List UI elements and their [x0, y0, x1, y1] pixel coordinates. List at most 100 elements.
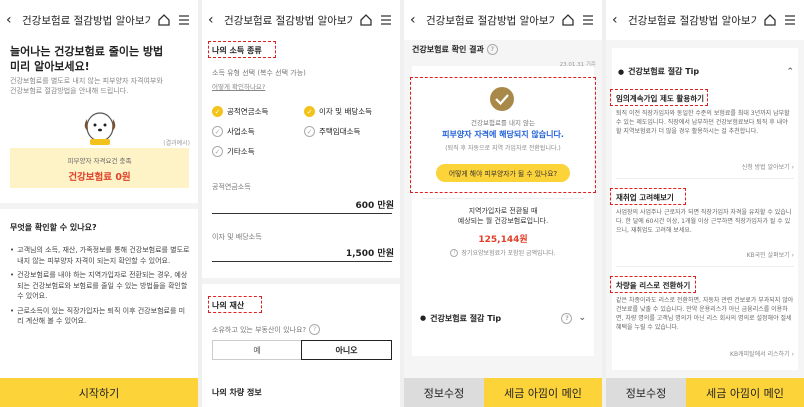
home-icon[interactable] [762, 12, 778, 28]
tip-accordion-expanded[interactable]: ● 건강보험료 절감 Tip ⌃ [618, 66, 794, 77]
tips-screen: ‹ 건강보험료 절감방법 알아보기 ● 건강보험료 절감 Tip ⌃ 임의계속가… [606, 0, 804, 407]
tip-2-link[interactable]: KB국민 살펴보기 › [747, 250, 794, 259]
chevron-up-icon: ⌃ [786, 66, 794, 77]
regional-line2: 예상되는 월 건강보험료입니다. [457, 217, 549, 226]
tip-title: 건강보험료 절감 Tip [628, 67, 700, 76]
bullet-icon: ● [420, 314, 427, 322]
app-header: ‹ 건강보험료 절감방법 알아보기 [404, 0, 602, 40]
realestate-no-button[interactable]: 아니오 [301, 340, 392, 360]
option-rental[interactable]: ✓ 주택임대소득 [304, 126, 360, 137]
checkbox-unchecked-icon[interactable]: ✓ [304, 126, 315, 137]
feature-list: • 고객님의 소득, 재산, 가족정보를 통해 건강보험료를 별도로 내지 않는 … [10, 245, 190, 327]
option-other[interactable]: ✓ 기타소득 [212, 146, 255, 157]
tip-3-link[interactable]: KB캐피탈에서 리스하기 › [730, 349, 794, 358]
pension-label: 공적연금소득 [212, 183, 251, 191]
tip-3-title: 차량을 리스로 전환하기 [616, 281, 691, 290]
result-line3: (퇴직 후 자동으로 지역 가입자로 전환됩니다.) [445, 145, 561, 152]
result-line1: 건강보험료를 내지 않는 [471, 119, 535, 127]
home-icon[interactable] [358, 12, 374, 28]
interest-value-input[interactable]: 1,500 만원 [346, 246, 394, 259]
how-to-become-dependent-button[interactable]: 어떻게 해야 피부양자가 될 수 있나요? [436, 164, 570, 182]
menu-icon[interactable] [176, 12, 192, 28]
section-divider [0, 203, 198, 209]
pension-value-input[interactable]: 600 만원 [356, 198, 394, 211]
result-title: 건강보험료 확인 결과 ? [412, 44, 498, 55]
info-icon: ! [450, 248, 459, 257]
tax-main-button[interactable]: 세금 아낌이 메인 [686, 378, 804, 407]
tax-main-button[interactable]: 세금 아낌이 메인 [484, 378, 602, 407]
regional-explanation: 지역가입자로 전환될 때 예상되는 월 건강보험료입니다. [412, 206, 594, 226]
checkbox-unchecked-icon[interactable]: ✓ [212, 126, 223, 137]
card-caption: 피부양자 자격요건 충족 [67, 157, 132, 165]
what-title: 무엇을 확인할 수 있나요? [10, 223, 97, 232]
chevron-right-icon: › [791, 252, 794, 259]
result-message: 건강보험료를 내지 않는 피부양자 자격에 해당되지 않습니다. (퇴직 후 자… [412, 117, 594, 152]
help-icon[interactable]: ? [486, 44, 498, 55]
tip-2-body: 사업장의 사업주나 근로자가 되면 직장가입자 자격을 유지할 수 있습니다. … [616, 209, 792, 234]
feature-item: • 건강보험료를 내야 하는 지역가입자로 전환되는 경우, 예상되는 건강보험료… [10, 271, 188, 300]
income-section-title: 나의 소득 종류 [212, 46, 262, 55]
headline-line1: 늘어나는 건강보험료 줄이는 방법 [10, 45, 164, 58]
desc-line1: 건강보험료를 별도로 내지 않는 피부양자 자격여부와 [10, 77, 163, 85]
input-screen: ‹ 건강보험료 절감방법 알아보기 나의 소득 종류 소득 유형 선택 (복수 … [202, 0, 400, 407]
header-title: 건강보험료 절감방법 알아보기 [628, 14, 758, 27]
help-icon[interactable]: ? [561, 312, 573, 324]
chevron-right-icon: › [791, 164, 794, 171]
realestate-yes-button[interactable]: 예 [212, 340, 302, 360]
ltc-note: ! 장기요양보험료가 포함된 금액입니다. [412, 248, 594, 257]
back-icon[interactable]: ‹ [612, 12, 624, 28]
home-icon[interactable] [156, 12, 172, 28]
headline: 늘어나는 건강보험료 줄이는 방법 미리 알아보세요! [10, 45, 163, 75]
income-prompt: 소득 유형 선택 (복수 선택 가능) [212, 69, 306, 77]
desc-line2: 건강보험료 절감방법을 안내해 드립니다. [10, 87, 129, 96]
asset-section-title: 나의 재산 [212, 301, 245, 310]
app-header: ‹ 건강보험료 절감방법 알아보기 [202, 0, 400, 40]
chevron-down-icon: ⌄ [578, 313, 586, 323]
tip-3-body: 같은 차종이라도 리스로 전환하면, 자동차 관련 건보료가 부과되지 않아 건… [616, 297, 794, 331]
bullet-icon: ● [618, 67, 625, 76]
tip-1-body: 퇴직 이전 직장가입자와 동일한 수준의 보험료를 최대 3년까지 납부할 수 … [616, 110, 790, 135]
menu-icon[interactable] [782, 12, 798, 28]
home-icon[interactable] [560, 12, 576, 28]
tip-divider [616, 178, 794, 179]
checkbox-unchecked-icon[interactable]: ✓ [212, 146, 223, 157]
edit-info-button[interactable]: 정보수정 [404, 378, 484, 407]
header-title: 건강보험료 절감방법 알아보기 [224, 14, 354, 27]
example-note: (결과예시) [163, 140, 190, 147]
back-icon[interactable]: ‹ [410, 12, 422, 28]
app-header: ‹ 건강보험료 절감방법 알아보기 [606, 0, 804, 40]
input-underline [212, 261, 392, 262]
header-title: 건강보험료 절감방법 알아보기 [22, 14, 152, 27]
app-header: ‹ 건강보험료 절감방법 알아보기 [0, 0, 198, 40]
card-result: 건강보험료 0원 [68, 172, 131, 183]
tip-1-link[interactable]: 신청 방법 알아보기 › [742, 162, 794, 171]
income-help-link[interactable]: 어떻게 확인하나요? [212, 81, 265, 91]
input-underline [212, 213, 392, 214]
result-example-card: 피부양자 자격요건 충족 건강보험료 0원 [10, 148, 189, 188]
section-divider [202, 278, 400, 284]
help-icon[interactable]: ? [309, 324, 321, 335]
option-interest-dividend[interactable]: ✓ 이자 및 배당소득 [304, 106, 372, 117]
tip-accordion-collapsed[interactable]: ● 건강보험료 절감 Tip ? ⌄ [412, 300, 594, 336]
option-public-pension[interactable]: ✓ 공적연금소득 [212, 106, 268, 117]
back-icon[interactable]: ‹ [6, 12, 18, 28]
tip-divider [616, 266, 794, 267]
back-icon[interactable]: ‹ [208, 12, 220, 28]
regional-line1: 지역가입자로 전환될 때 [468, 207, 538, 215]
menu-icon[interactable] [378, 12, 394, 28]
result-line2: 피부양자 자격에 해당되지 않습니다. [442, 130, 564, 139]
check-circle-icon [489, 86, 515, 116]
option-business[interactable]: ✓ 사업소득 [212, 126, 255, 137]
checkbox-checked-icon[interactable]: ✓ [212, 106, 223, 117]
chevron-right-icon: › [791, 351, 794, 358]
start-button[interactable]: 시작하기 [0, 378, 198, 407]
edit-info-button[interactable]: 정보수정 [606, 378, 686, 407]
mascot-dog-icon [78, 105, 122, 151]
result-screen: ‹ 건강보험료 절감방법 알아보기 건강보험료 확인 결과 ? 23.01.31… [404, 0, 602, 407]
checkbox-checked-icon[interactable]: ✓ [304, 106, 315, 117]
header-title: 건강보험료 절감방법 알아보기 [426, 14, 556, 27]
tip-1-title: 임의계속가입 제도 활용하기 [616, 94, 705, 103]
menu-icon[interactable] [580, 12, 596, 28]
tip-2-title: 재취업 고려해보기 [616, 193, 674, 202]
feature-item: • 근로소득이 있는 직장가입자는 퇴직 이후 건강보험료를 미리 계산해 볼 수… [10, 306, 186, 326]
